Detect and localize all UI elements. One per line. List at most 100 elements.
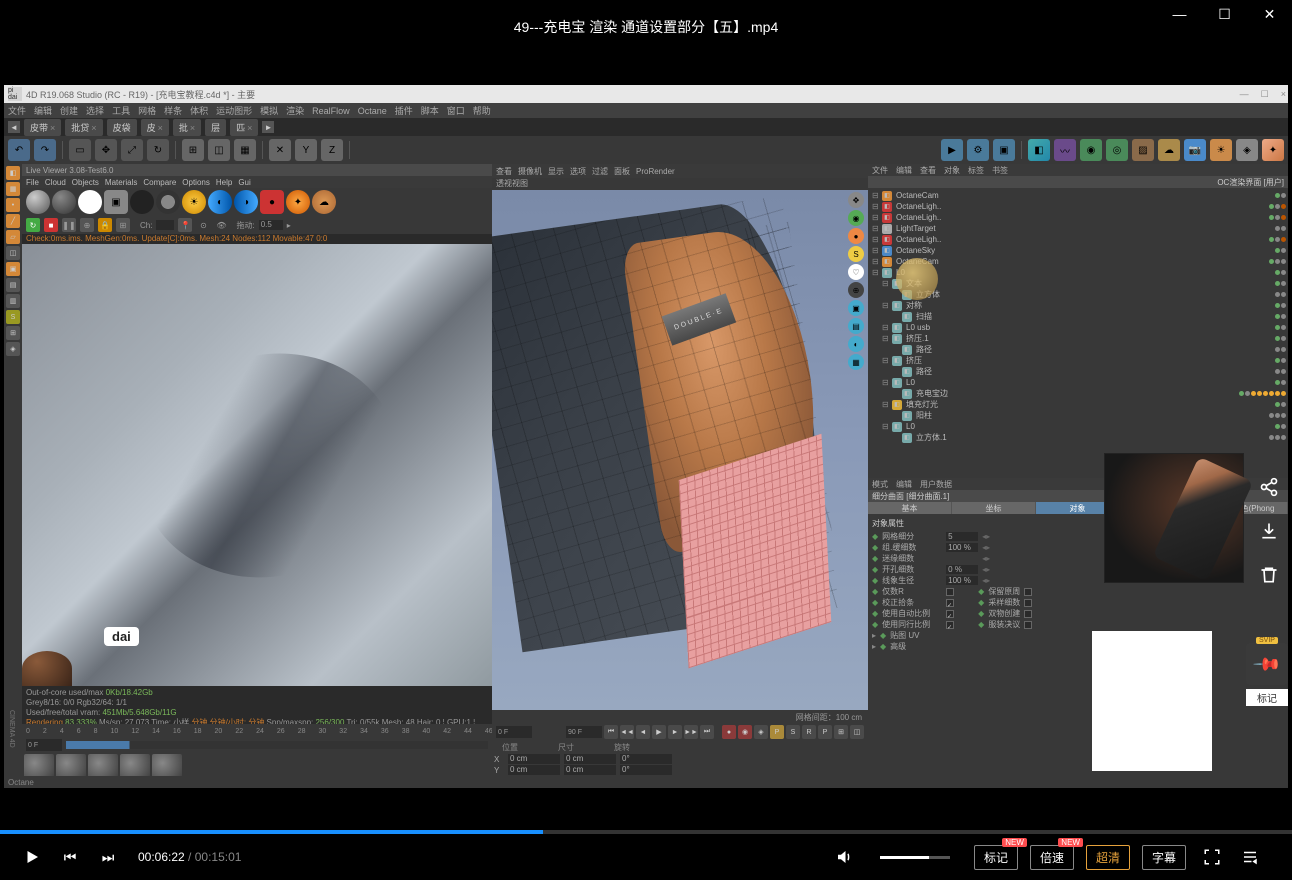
vp-nav-icon[interactable]: S xyxy=(848,246,864,262)
spline-icon[interactable]: 〰 xyxy=(1054,139,1076,161)
lv-menu-item[interactable]: Cloud xyxy=(45,178,66,187)
tree-row[interactable]: ⊟◧OctaneSky xyxy=(870,245,1286,256)
strip-icon[interactable]: ▥ xyxy=(6,294,20,308)
white-icon[interactable] xyxy=(78,190,102,214)
menu-item[interactable]: Octane xyxy=(358,106,387,116)
close-button[interactable]: ✕ xyxy=(1247,0,1292,28)
menu-item[interactable]: 选择 xyxy=(86,104,104,117)
stop-icon[interactable]: ■ xyxy=(44,218,58,232)
download-icon[interactable] xyxy=(1255,517,1283,545)
tree-row[interactable]: ⊟◧L0 usb xyxy=(870,322,1286,333)
tool-icon[interactable]: Y xyxy=(295,139,317,161)
layout-tab[interactable]: 皮带× xyxy=(24,119,61,136)
tool-icon[interactable]: ✕ xyxy=(269,139,291,161)
octane-icon[interactable]: ✦ xyxy=(1262,139,1284,161)
timeline-ruler[interactable]: 0246810121416182022242628303234363840424… xyxy=(22,724,492,738)
viewport-menu-item[interactable]: 面板 xyxy=(614,166,630,177)
vp-nav-icon[interactable]: ▤ xyxy=(848,318,864,334)
attribute-row[interactable]: ◆仅数R◆保留原周 xyxy=(872,586,1284,597)
key-icon[interactable]: S xyxy=(786,725,800,739)
generator-icon[interactable]: ◎ xyxy=(1106,139,1128,161)
point-mode-icon[interactable]: • xyxy=(6,198,20,212)
ring-icon[interactable] xyxy=(156,190,180,214)
menu-item[interactable]: 窗口 xyxy=(447,104,465,117)
share-icon[interactable] xyxy=(1255,473,1283,501)
pin-icon[interactable]: 📍 xyxy=(178,218,192,232)
menu-item[interactable]: 网格 xyxy=(138,104,156,117)
floating-white-panel[interactable] xyxy=(1092,631,1212,771)
minimize-button[interactable]: — xyxy=(1157,0,1202,28)
menu-item[interactable]: 文件 xyxy=(8,104,26,117)
refresh-icon[interactable]: ↻ xyxy=(26,218,40,232)
tab-next-icon[interactable]: ► xyxy=(262,121,274,133)
tree-row[interactable]: ⊟◧L0 xyxy=(870,377,1286,388)
key-icon[interactable]: ◫ xyxy=(850,725,864,739)
obj-menu-item[interactable]: 编辑 xyxy=(896,165,912,176)
render-icon[interactable]: ▶ xyxy=(941,139,963,161)
frame-start-field[interactable]: 0 F xyxy=(26,739,62,751)
fire-icon[interactable]: ✦ xyxy=(286,190,310,214)
tree-row[interactable]: ⊟◧L0 xyxy=(870,421,1286,432)
tree-row[interactable]: ⊟◧对称 xyxy=(870,300,1286,311)
vp-nav-icon[interactable]: ✥ xyxy=(848,192,864,208)
viewport-menu-item[interactable]: ProRender xyxy=(636,167,675,176)
playlist-icon[interactable] xyxy=(1236,843,1264,871)
tree-row[interactable]: ⊟◧挤压.1 xyxy=(870,333,1286,344)
environment-icon[interactable]: ☁ xyxy=(1158,139,1180,161)
vp-nav-icon[interactable]: ◐ xyxy=(848,336,864,352)
viewport-menu-item[interactable]: 查看 xyxy=(496,166,512,177)
model-mode-icon[interactable]: ◧ xyxy=(6,166,20,180)
goto-start-icon[interactable]: ⏮ xyxy=(604,725,618,739)
obj-menu-item[interactable]: 标签 xyxy=(968,165,984,176)
viewport-menu-item[interactable]: 过滤 xyxy=(592,166,608,177)
select-icon[interactable]: ▭ xyxy=(69,139,91,161)
menu-item[interactable]: 体积 xyxy=(190,104,208,117)
attribute-row[interactable]: ◆使用同行比例◆服装决议 xyxy=(872,619,1284,630)
tree-row[interactable]: ◧路径 xyxy=(870,344,1286,355)
play-icon[interactable]: ▶ xyxy=(652,725,666,739)
tool-icon[interactable]: ▦ xyxy=(234,139,256,161)
tag-icon[interactable]: ◈ xyxy=(1236,139,1258,161)
tool-icon[interactable]: Z xyxy=(321,139,343,161)
prev-frame-icon[interactable]: ◄ xyxy=(636,725,650,739)
attribute-row[interactable]: ◆校正拾条◆采样细数 xyxy=(872,597,1284,608)
vp-nav-icon[interactable]: ▦ xyxy=(848,354,864,370)
edge-mode-icon[interactable]: ╱ xyxy=(6,214,20,228)
vp-nav-icon[interactable]: ⊕ xyxy=(848,282,864,298)
menu-item[interactable]: 渲染 xyxy=(286,104,304,117)
attribute-row[interactable]: ◆使用自动比例◆双物创建 xyxy=(872,608,1284,619)
tree-row[interactable]: ⊟◧OctaneLigh.. xyxy=(870,201,1286,212)
render-preview[interactable] xyxy=(22,244,492,686)
render-settings-icon[interactable]: ⚙ xyxy=(967,139,989,161)
vp-nav-icon[interactable]: ● xyxy=(848,228,864,244)
lv-menu-item[interactable]: Materials xyxy=(105,178,137,187)
play-button[interactable] xyxy=(18,843,46,871)
record-icon[interactable]: ● xyxy=(722,725,736,739)
lv-menu-item[interactable]: Options xyxy=(182,178,210,187)
fullscreen-icon[interactable] xyxy=(1198,843,1226,871)
scale-icon[interactable]: ⤢ xyxy=(121,139,143,161)
half-icon[interactable]: ◑ xyxy=(234,190,258,214)
obj-menu-item[interactable]: 文件 xyxy=(872,165,888,176)
attr-menu-item[interactable]: 模式 xyxy=(872,479,888,490)
lv-menu-item[interactable]: Compare xyxy=(143,178,176,187)
menu-item[interactable]: 样条 xyxy=(164,104,182,117)
prev-key-icon[interactable]: ◄◄ xyxy=(620,725,634,739)
pause-icon[interactable]: ❚❚ xyxy=(62,218,76,232)
viewport-menu-item[interactable]: 摄像机 xyxy=(518,166,542,177)
menu-item[interactable]: 编辑 xyxy=(34,104,52,117)
lock-icon[interactable]: 🔒 xyxy=(98,218,112,232)
tree-row[interactable]: ◧阳柱 xyxy=(870,410,1286,421)
next-button[interactable]: ⏭ xyxy=(94,843,122,871)
sphere-icon[interactable] xyxy=(52,190,76,214)
coord-row[interactable]: Y0 cm0 cm0° xyxy=(494,765,866,775)
layout-tab[interactable]: 皮× xyxy=(141,119,169,136)
lv-menu-item[interactable]: File xyxy=(26,178,39,187)
tree-row[interactable]: ⊟◧填充灯光 xyxy=(870,399,1286,410)
vp-nav-icon[interactable]: ◉ xyxy=(848,210,864,226)
object-tree[interactable]: ⊟◧OctaneCam⊟◧OctaneLigh..⊟◧OctaneLigh..⊟… xyxy=(868,188,1288,478)
tree-row[interactable]: ⊟◧挤压 xyxy=(870,355,1286,366)
attribute-row[interactable]: ▸◆贴图 UV xyxy=(872,630,1284,641)
lv-menu-item[interactable]: Objects xyxy=(72,178,99,187)
obj-menu-item[interactable]: 对象 xyxy=(944,165,960,176)
